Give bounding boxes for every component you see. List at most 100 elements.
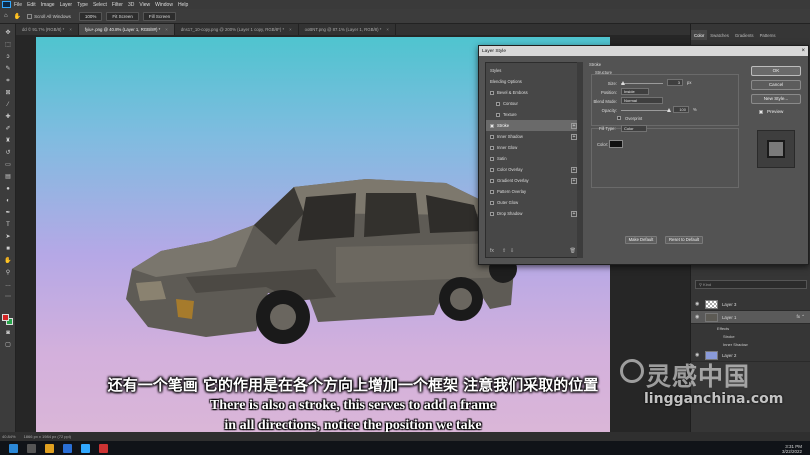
fx-icon[interactable]: fx <box>490 248 494 254</box>
close-icon[interactable]: × <box>165 27 168 32</box>
layers-filter-input[interactable]: ⚲ Kind <box>695 280 807 289</box>
close-icon[interactable]: × <box>386 27 389 32</box>
frame-tool-icon[interactable]: ⊠ <box>4 90 12 97</box>
tab-patterns[interactable]: Patterns <box>757 30 779 40</box>
fx-icon[interactable]: fx ⌃ <box>796 314 805 320</box>
style-item-inner-glow[interactable]: Inner Glow <box>486 142 580 153</box>
menu-edit[interactable]: Edit <box>27 2 36 8</box>
style-checkbox[interactable] <box>490 145 494 150</box>
style-item-contour[interactable]: Contour <box>486 98 580 109</box>
size-slider-handle[interactable] <box>621 81 625 85</box>
fill-type-select[interactable]: Color <box>621 125 647 132</box>
move-down-icon[interactable]: ⇩ <box>510 248 514 254</box>
doc-tab-3[interactable]: dns17_10-copy.png @ 200% (Layer 1 copy, … <box>175 24 299 35</box>
style-item-color-overlay[interactable]: Color Overlay + <box>486 164 580 175</box>
close-icon[interactable]: × <box>801 46 805 56</box>
size-input[interactable]: 3 <box>667 79 683 86</box>
style-checkbox[interactable] <box>490 167 494 172</box>
make-default-button[interactable]: Make Default <box>625 236 657 244</box>
healing-brush-tool-icon[interactable]: ✚ <box>4 114 12 121</box>
menu-layer[interactable]: Layer <box>60 2 73 8</box>
more-tools-icon[interactable]: … <box>4 282 12 289</box>
preview-checkbox[interactable] <box>759 110 763 114</box>
status-zoom[interactable]: 40.84% <box>2 434 16 439</box>
menu-filter[interactable]: Filter <box>112 2 123 8</box>
edit-toolbar-icon[interactable]: ⋯ <box>4 294 12 301</box>
style-item-stroke[interactable]: Stroke + <box>486 120 580 131</box>
dialog-titlebar[interactable]: Layer Style × <box>479 46 808 56</box>
scroll-all-checkbox[interactable] <box>27 13 33 19</box>
style-checkbox[interactable] <box>490 200 494 205</box>
menu-type[interactable]: Type <box>77 2 88 8</box>
opacity-slider-track[interactable] <box>621 110 669 111</box>
lasso-tool-icon[interactable]: ↄ <box>4 54 12 61</box>
style-checkbox[interactable] <box>490 156 494 161</box>
zoom-tool-icon[interactable]: ⚲ <box>4 270 12 277</box>
style-item-gradient-overlay[interactable]: Gradient Overlay + <box>486 175 580 186</box>
menu-select[interactable]: Select <box>93 2 107 8</box>
style-item-bevel-emboss[interactable]: Bevel & Emboss <box>486 87 580 98</box>
fit-screen-button[interactable]: Fit Screen <box>106 11 139 21</box>
style-checkbox[interactable] <box>490 211 494 216</box>
eye-icon[interactable]: ◉ <box>695 301 701 307</box>
menu-3d[interactable]: 3D <box>128 2 134 8</box>
move-up-icon[interactable]: ⇧ <box>502 248 506 254</box>
path-selection-tool-icon[interactable]: ➤ <box>4 234 12 241</box>
ok-button[interactable]: OK <box>751 66 801 76</box>
history-brush-tool-icon[interactable]: ↺ <box>4 150 12 157</box>
eraser-tool-icon[interactable]: ▭ <box>4 162 12 169</box>
doc-tab-4[interactable]: ooBNT.png @ 87.1% (Layer 1, RGB/8) * × <box>299 24 396 35</box>
tab-gradients[interactable]: Gradients <box>732 30 757 40</box>
style-item-blending-options[interactable]: Blending Options <box>486 76 580 87</box>
zoom-100-button[interactable]: 100% <box>78 11 103 21</box>
menu-help[interactable]: Help <box>178 2 188 8</box>
screen-mode-icon[interactable]: ▢ <box>4 342 12 349</box>
clone-stamp-tool-icon[interactable]: ♜ <box>4 138 12 145</box>
blend-mode-select[interactable]: Normal <box>621 97 663 104</box>
position-select[interactable]: Inside <box>621 88 649 95</box>
menu-view[interactable]: View <box>139 2 150 8</box>
style-checkbox[interactable] <box>496 112 500 117</box>
layer-row-layer-1[interactable]: ◉ Layer 1 fx ⌃ <box>691 311 810 324</box>
style-item-drop-shadow[interactable]: Drop Shadow + <box>486 208 580 219</box>
menu-file[interactable]: File <box>14 2 22 8</box>
start-icon[interactable] <box>9 443 18 453</box>
style-item-pattern-overlay[interactable]: Pattern Overlay <box>486 186 580 197</box>
dodge-tool-icon[interactable]: ◐ <box>4 198 12 205</box>
menu-image[interactable]: Image <box>41 2 55 8</box>
cancel-button[interactable]: Cancel <box>751 80 801 90</box>
quick-mask-icon[interactable]: ◙ <box>4 330 12 337</box>
menu-window[interactable]: Window <box>155 2 173 8</box>
pen-tool-icon[interactable]: ✒ <box>4 210 12 217</box>
doc-tab-2[interactable]: fyiu+.png @ 40.8% (Layer 1, RGB/8#) * × <box>78 24 175 35</box>
layer-row-layer-3[interactable]: ◉ Layer 3 <box>691 298 810 311</box>
trash-icon[interactable]: 🗑 <box>570 248 576 254</box>
foreground-color-swatch[interactable] <box>2 314 9 321</box>
photoshop-taskbar-icon[interactable] <box>81 443 90 453</box>
doc-tab-1[interactable]: dd © 91.7% (RGB/8) * × <box>16 24 79 35</box>
app-taskbar-icon[interactable] <box>99 443 108 453</box>
overprint-checkbox[interactable] <box>617 116 621 120</box>
home-icon[interactable]: ⌂ <box>4 13 8 19</box>
stroke-color-swatch[interactable] <box>609 140 623 148</box>
fill-screen-button[interactable]: Fill Screen <box>142 11 177 21</box>
opacity-input[interactable]: 100 <box>673 106 689 113</box>
new-style-button[interactable]: New Style... <box>751 94 801 104</box>
style-item-inner-shadow[interactable]: Inner Shadow + <box>486 131 580 142</box>
style-checkbox[interactable] <box>490 189 494 194</box>
browser-icon[interactable] <box>63 443 72 453</box>
size-slider-track[interactable] <box>621 83 663 84</box>
brush-tool-icon[interactable]: ✐ <box>4 126 12 133</box>
file-explorer-icon[interactable] <box>45 443 54 453</box>
opacity-slider-handle[interactable] <box>667 108 671 112</box>
style-checkbox[interactable] <box>490 90 494 95</box>
move-tool-icon[interactable]: ✥ <box>4 30 12 37</box>
type-tool-icon[interactable]: T <box>4 222 12 229</box>
crop-tool-icon[interactable]: ⌗ <box>4 78 12 85</box>
style-checkbox[interactable] <box>490 134 494 139</box>
styles-scrollbar[interactable] <box>577 62 583 258</box>
styles-header[interactable]: Styles <box>486 65 580 76</box>
search-icon[interactable] <box>27 443 36 453</box>
style-item-outer-glow[interactable]: Outer Glow <box>486 197 580 208</box>
style-checkbox[interactable] <box>490 123 494 128</box>
